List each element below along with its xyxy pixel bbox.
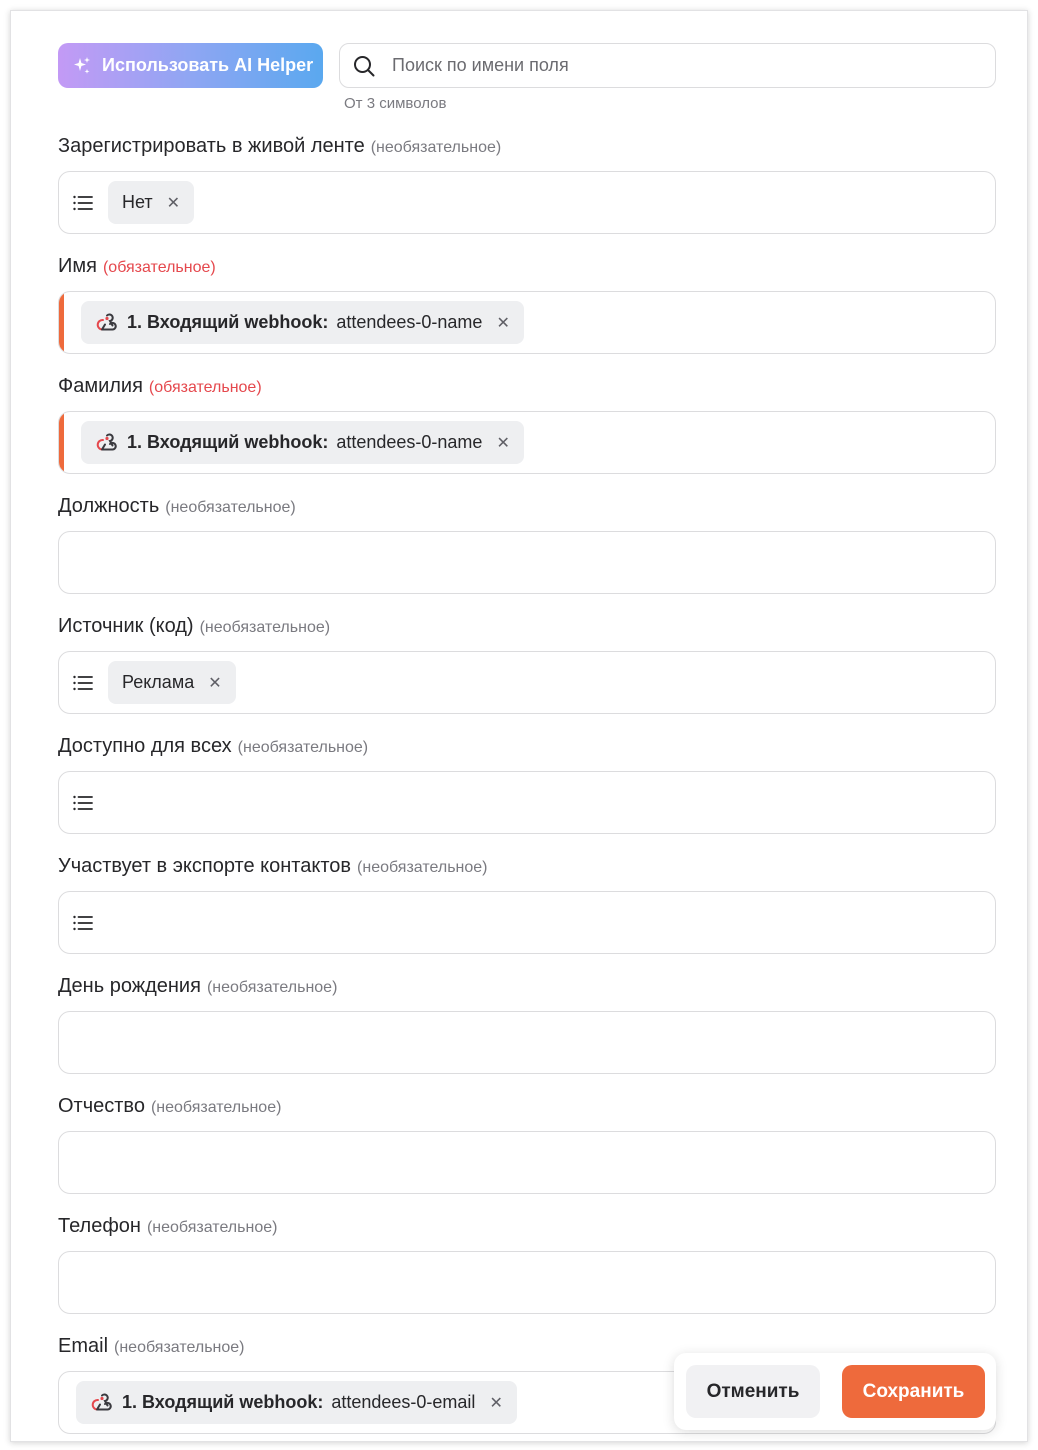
field-label-text: Доступно для всех <box>58 735 232 757</box>
ai-helper-label: Использовать AI Helper <box>102 55 314 75</box>
optional-marker: (необязательное) <box>165 499 296 516</box>
mapping-value: attendees-0-name <box>336 312 483 332</box>
field-4-label: Источник (код) (необязательное) <box>58 615 330 638</box>
field-5-input[interactable] <box>58 771 996 834</box>
field-label-text: Имя <box>58 255 97 277</box>
field-9-input[interactable] <box>58 1251 996 1314</box>
chip-label: Реклама <box>122 672 195 692</box>
optional-marker: (необязательное) <box>114 1339 245 1356</box>
field-0-label: Зарегистрировать в живой ленте (необязате… <box>58 135 501 158</box>
mapping-value: attendees-0-name <box>336 432 483 452</box>
field-3-input[interactable] <box>58 531 996 594</box>
search-input[interactable] <box>390 54 954 77</box>
field-1-input[interactable]: 1. Входящий webhook: attendees-0-name ✕ <box>58 291 996 354</box>
optional-marker: (необязательное) <box>206 979 338 996</box>
field-4-input[interactable]: Реклама ✕ <box>58 651 996 714</box>
mapping-chip: 1. Входящий webhook: attendees-0-name ✕ <box>81 421 524 464</box>
field-0-input[interactable]: Нет ✕ <box>58 171 996 234</box>
field-2-label: Фамилия (обязательное) <box>58 375 262 398</box>
mapping-source: 1. Входящий webhook: <box>127 312 329 332</box>
field-label-text: Телефон <box>58 1215 141 1237</box>
field-label-text: Фамилия <box>58 375 143 397</box>
webhook-icon <box>96 312 117 330</box>
close-icon[interactable]: ✕ <box>489 1393 502 1413</box>
required-marker: (обязательное) <box>102 259 216 276</box>
field-1-label: Имя (обязательное) <box>58 255 216 278</box>
close-icon[interactable]: ✕ <box>208 673 221 693</box>
optional-marker: (необязательное) <box>199 619 331 636</box>
field-9-label: Телефон (необязательное) <box>58 1215 277 1238</box>
field-label-text: Источник (код) <box>58 615 194 637</box>
mapping-source: 1. Входящий webhook: <box>127 432 329 452</box>
list-icon[interactable] <box>71 191 95 215</box>
mapping-chip: 1. Входящий webhook: attendees-0-name ✕ <box>81 301 524 344</box>
form-panel: Использовать AI Helper От 3 символов Зар… <box>10 10 1028 1442</box>
list-icon[interactable] <box>71 671 95 695</box>
mapping-chip: 1. Входящий webhook: attendees-0-email ✕ <box>76 1381 517 1424</box>
close-icon[interactable]: ✕ <box>496 433 509 453</box>
optional-marker: (необязательное) <box>237 739 369 756</box>
sparkles-icon <box>74 56 90 74</box>
ai-helper-button[interactable]: Использовать AI Helper <box>58 43 323 88</box>
field-5-label: Доступно для всех (необязательное) <box>58 735 368 758</box>
optional-marker: (необязательное) <box>370 139 502 156</box>
field-8-label: Отчество (необязательное) <box>58 1095 281 1118</box>
field-search[interactable] <box>339 43 996 88</box>
optional-marker: (необязательное) <box>150 1099 282 1116</box>
field-10-label: Email (необязательное) <box>58 1335 244 1358</box>
cancel-button[interactable]: Отменить <box>686 1365 820 1418</box>
value-chip: Нет ✕ <box>108 181 195 224</box>
required-marker: (обязательное) <box>148 379 262 396</box>
action-bar: Отменить Сохранить <box>674 1353 996 1430</box>
field-label-text: Отчество <box>58 1095 145 1117</box>
search-hint: От 3 символов <box>344 95 447 112</box>
field-label-text: Зарегистрировать в живой ленте <box>58 135 365 157</box>
mapping-source: 1. Входящий webhook: <box>122 1392 324 1412</box>
optional-marker: (необязательное) <box>357 859 488 876</box>
field-7-label: День рождения (необязательное) <box>58 975 337 998</box>
field-3-label: Должность (необязательное) <box>58 495 296 518</box>
field-8-input[interactable] <box>58 1131 996 1194</box>
search-icon <box>354 55 375 76</box>
list-icon[interactable] <box>71 911 95 935</box>
field-label-text: Должность <box>58 495 160 517</box>
field-label-text: Участвует в экспорте контактов <box>58 855 352 877</box>
webhook-icon <box>96 432 117 450</box>
list-icon[interactable] <box>71 791 95 815</box>
save-button[interactable]: Сохранить <box>842 1365 985 1418</box>
field-7-input[interactable] <box>58 1011 996 1074</box>
field-2-input[interactable]: 1. Входящий webhook: attendees-0-name ✕ <box>58 411 996 474</box>
field-label-text: Email <box>58 1335 109 1357</box>
field-label-text: День рождения <box>58 975 201 997</box>
field-6-input[interactable] <box>58 891 996 954</box>
webhook-icon <box>91 1392 112 1410</box>
value-chip: Реклама ✕ <box>108 661 236 704</box>
chip-label: Нет <box>122 192 153 212</box>
mapping-value: attendees-0-email <box>331 1392 476 1412</box>
optional-marker: (необязательное) <box>146 1219 278 1236</box>
field-6-label: Участвует в экспорте контактов (необязате… <box>58 855 488 878</box>
close-icon[interactable]: ✕ <box>496 313 509 333</box>
close-icon[interactable]: ✕ <box>167 193 180 213</box>
